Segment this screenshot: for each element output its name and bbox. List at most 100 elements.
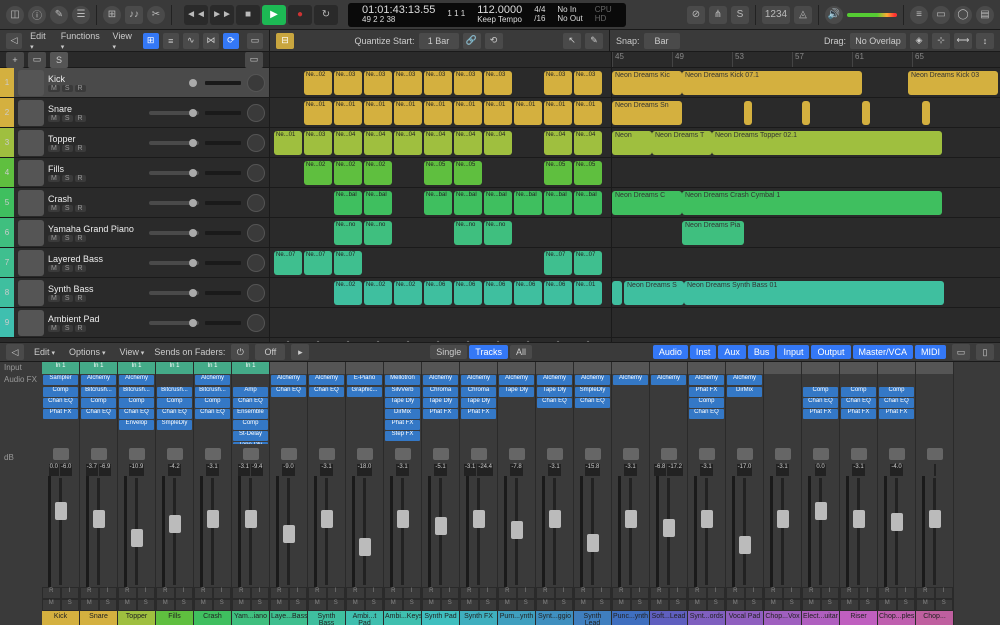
- instrument-slot[interactable]: Alchemy: [195, 375, 230, 385]
- rec-arm[interactable]: R: [232, 587, 251, 599]
- input-slot[interactable]: In 1: [156, 362, 193, 374]
- mixer-filter-tab[interactable]: Master/VCA: [853, 345, 914, 359]
- input-slot[interactable]: [878, 362, 915, 374]
- solo-button[interactable]: S: [62, 85, 73, 92]
- fx-slot[interactable]: Phat FX: [841, 409, 876, 419]
- strip-name[interactable]: Chop...ples: [878, 611, 915, 625]
- fx-slot[interactable]: Ensemble: [233, 409, 268, 419]
- fader[interactable]: [460, 476, 497, 587]
- region[interactable]: [612, 281, 622, 305]
- toolbar-button[interactable]: ✎: [50, 6, 68, 24]
- mixer-filter-tab[interactable]: Audio: [653, 345, 688, 359]
- loop-cell[interactable]: Ne...06: [424, 281, 452, 305]
- mute[interactable]: M: [878, 599, 897, 611]
- mute[interactable]: M: [42, 599, 61, 611]
- track-header[interactable]: 1 Kick MSR: [0, 68, 269, 98]
- rec-button[interactable]: R: [75, 235, 86, 242]
- mute[interactable]: M: [802, 599, 821, 611]
- fader[interactable]: [80, 476, 117, 587]
- solo-button[interactable]: S: [731, 6, 749, 24]
- region[interactable]: [862, 101, 870, 125]
- solo[interactable]: S: [251, 599, 270, 611]
- loop-cell[interactable]: [304, 311, 332, 335]
- loop-cell[interactable]: Ne...04: [454, 131, 482, 155]
- fader[interactable]: [384, 476, 421, 587]
- scene-trigger[interactable]: ⌃7: [454, 338, 482, 342]
- input-slot[interactable]: [270, 362, 307, 374]
- mute[interactable]: M: [840, 599, 859, 611]
- solo[interactable]: S: [593, 599, 612, 611]
- solo-button[interactable]: S: [62, 145, 73, 152]
- region[interactable]: [802, 101, 810, 125]
- loop-cell[interactable]: Ne...01: [514, 101, 542, 125]
- track-header[interactable]: 5 Crash MSR: [0, 188, 269, 218]
- instrument-slot[interactable]: Alchemy: [423, 375, 458, 385]
- fader[interactable]: [422, 476, 459, 587]
- mute-button[interactable]: M: [48, 295, 60, 302]
- strip-name[interactable]: Chop...: [916, 611, 953, 625]
- mixer-filter-tab[interactable]: Bus: [748, 345, 776, 359]
- instrument-slot[interactable]: Alchemy: [499, 375, 534, 385]
- instrument-slot[interactable]: Alchemy: [81, 375, 116, 385]
- fader[interactable]: [574, 476, 611, 587]
- rec-arm[interactable]: R: [118, 587, 137, 599]
- rec-arm[interactable]: R: [80, 587, 99, 599]
- loop-cell[interactable]: [514, 311, 542, 335]
- edit-menu[interactable]: Edit: [26, 29, 53, 53]
- loop-cell[interactable]: [274, 161, 302, 185]
- fader[interactable]: [42, 476, 79, 587]
- loop-cell[interactable]: Ne...04: [544, 131, 572, 155]
- mixer-filter-tab[interactable]: Aux: [718, 345, 746, 359]
- track-header[interactable]: 2 Snare MSR: [0, 98, 269, 128]
- region[interactable]: Neon Dreams Kick 07.1: [682, 71, 862, 95]
- loop-cell[interactable]: [274, 281, 302, 305]
- pan-knob[interactable]: [247, 224, 265, 242]
- strip-name[interactable]: Pum...ynth: [498, 611, 535, 625]
- browser-button[interactable]: ▤: [976, 6, 994, 24]
- strip-name[interactable]: Ambi...Keys: [384, 611, 421, 625]
- rec-arm[interactable]: R: [460, 587, 479, 599]
- mute[interactable]: M: [764, 599, 783, 611]
- functions-menu[interactable]: Functions: [57, 29, 105, 53]
- loop-cell[interactable]: Ne...01: [484, 101, 512, 125]
- sends-value[interactable]: Off: [255, 344, 285, 360]
- live-loops-button[interactable]: ⊟: [276, 33, 294, 49]
- input-slot[interactable]: [536, 362, 573, 374]
- loop-cell[interactable]: [484, 161, 512, 185]
- input-mon[interactable]: I: [213, 587, 232, 599]
- loop-cell[interactable]: Ne...03: [304, 131, 332, 155]
- mixer-tab[interactable]: Single: [430, 345, 467, 359]
- timeline-track[interactable]: [612, 248, 1000, 278]
- fx-slot[interactable]: Comp: [689, 398, 724, 408]
- fader[interactable]: [688, 476, 725, 587]
- fader[interactable]: [118, 476, 155, 587]
- mute[interactable]: M: [308, 599, 327, 611]
- loop-cell[interactable]: Ne...07: [274, 251, 302, 275]
- loop-cell[interactable]: Ne...03: [484, 71, 512, 95]
- loop-cell[interactable]: Ne...03: [334, 71, 362, 95]
- solo[interactable]: S: [175, 599, 194, 611]
- link-button[interactable]: 🔗: [463, 33, 481, 49]
- loop-cell[interactable]: [424, 221, 452, 245]
- loop-cell[interactable]: Ne...04: [574, 131, 602, 155]
- fx-slot[interactable]: Comp: [43, 387, 78, 397]
- input-mon[interactable]: I: [137, 587, 156, 599]
- input-mon[interactable]: I: [327, 587, 346, 599]
- vol-slider[interactable]: [149, 171, 199, 175]
- fx-slot[interactable]: Phat FX: [461, 409, 496, 419]
- loop-cell[interactable]: Ne...bal: [424, 191, 452, 215]
- solo[interactable]: S: [745, 599, 764, 611]
- rec-arm[interactable]: R: [878, 587, 897, 599]
- fx-slot[interactable]: Phat FX: [803, 409, 838, 419]
- mixer-tab[interactable]: All: [510, 345, 532, 359]
- strip-name[interactable]: Synt...ggio: [536, 611, 573, 625]
- loop-cell[interactable]: Ne...01: [364, 101, 392, 125]
- rec-button[interactable]: R: [75, 205, 86, 212]
- input-mon[interactable]: I: [175, 587, 194, 599]
- loop-cell[interactable]: Ne...bal: [364, 191, 392, 215]
- solo[interactable]: S: [213, 599, 232, 611]
- fx-slot[interactable]: Tape Dly: [423, 398, 458, 408]
- mute-button[interactable]: M: [48, 265, 60, 272]
- fx-slot[interactable]: Comp: [879, 387, 914, 397]
- pan-knob[interactable]: [247, 194, 265, 212]
